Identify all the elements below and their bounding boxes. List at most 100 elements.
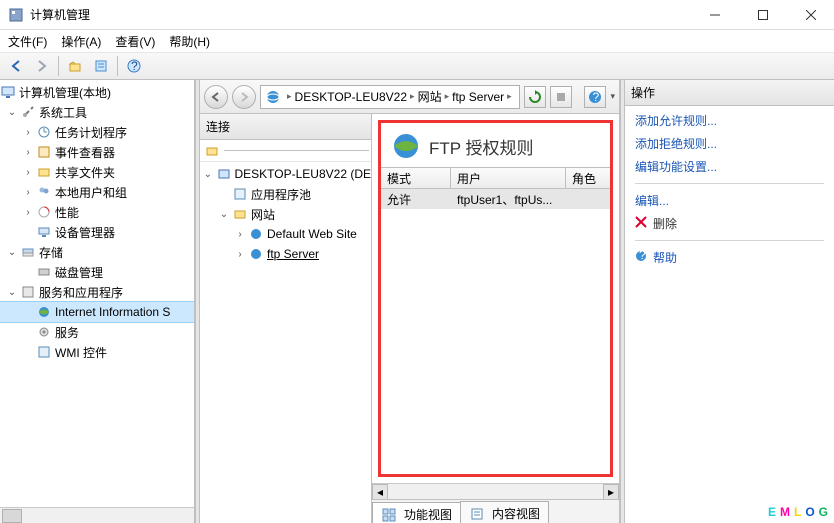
expand-icon[interactable]: ›: [20, 184, 36, 200]
crumb-label: ftp Server: [452, 90, 504, 104]
tree-label: 任务计划程序: [55, 124, 127, 141]
expand-icon[interactable]: ›: [20, 204, 36, 220]
nav-back-button[interactable]: [204, 85, 228, 109]
tree-label: 计算机管理(本地): [19, 84, 111, 101]
expand-icon[interactable]: ›: [232, 226, 248, 242]
tab-features-view[interactable]: 功能视图: [372, 502, 461, 523]
tree-task-scheduler[interactable]: › 任务计划程序: [0, 122, 194, 142]
server-icon: [216, 166, 232, 182]
tree-device-manager[interactable]: 设备管理器: [0, 222, 194, 242]
tree-local-users[interactable]: › 本地用户和组: [0, 182, 194, 202]
connect-folder-button[interactable]: [202, 142, 222, 160]
globe-icon: [265, 89, 281, 105]
gear-icon: [36, 324, 52, 340]
tree-system-tools[interactable]: ⌄ 系统工具: [0, 102, 194, 122]
features-icon: [381, 507, 397, 523]
stop-button[interactable]: [550, 86, 572, 108]
main-hscroll[interactable]: ◂ ▸: [372, 483, 619, 499]
tab-content-view[interactable]: 内容视图: [460, 501, 549, 523]
action-edit-feature-settings[interactable]: 编辑功能设置...: [635, 158, 824, 175]
content-icon: [469, 506, 485, 522]
tree-performance[interactable]: › 性能: [0, 202, 194, 222]
feature-title-row: FTP 授权规则: [381, 123, 610, 167]
site-globe-icon: [248, 226, 264, 242]
main-area: 计算机管理(本地) ⌄ 系统工具 › 任务计划程序 › 事件查看器 › 共享文件…: [0, 80, 834, 523]
help-toolbar-button[interactable]: ?: [122, 55, 146, 77]
users-icon: [36, 184, 52, 200]
expand-icon[interactable]: ›: [20, 164, 36, 180]
forward-button[interactable]: [30, 55, 54, 77]
expand-icon[interactable]: ›: [20, 144, 36, 160]
tree-iis[interactable]: Internet Information S: [0, 302, 194, 322]
menu-view[interactable]: 查看(V): [115, 33, 155, 50]
tree-storage[interactable]: ⌄ 存储: [0, 242, 194, 262]
tree-services-apps[interactable]: ⌄ 服务和应用程序: [0, 282, 194, 302]
conn-default-site[interactable]: › Default Web Site: [200, 224, 371, 244]
computer-icon: [0, 84, 16, 100]
conn-server[interactable]: ⌄ DESKTOP-LEU8V22 (DE: [200, 164, 371, 184]
crumb-sites[interactable]: 网站▸: [418, 88, 450, 105]
conn-sites[interactable]: ⌄ 网站: [200, 204, 371, 224]
refresh-all-button[interactable]: [524, 86, 546, 108]
col-user[interactable]: 用户: [451, 168, 566, 188]
up-folder-button[interactable]: [63, 55, 87, 77]
action-edit[interactable]: 编辑...: [635, 192, 824, 209]
scroll-right-icon[interactable]: ▸: [603, 484, 619, 499]
wmi-icon: [36, 344, 52, 360]
tree-label: 系统工具: [39, 104, 87, 121]
close-button[interactable]: [796, 3, 826, 27]
menu-help[interactable]: 帮助(H): [169, 33, 210, 50]
breadcrumb[interactable]: ▸ DESKTOP-LEU8V22▸ 网站▸ ftp Server▸: [260, 85, 520, 109]
collapse-icon[interactable]: ⌄: [4, 284, 20, 300]
connections-tree[interactable]: ⌄ DESKTOP-LEU8V22 (DE 应用程序池 ⌄ 网站 ›: [200, 162, 371, 523]
expand-icon[interactable]: ›: [232, 246, 248, 262]
properties-button[interactable]: [89, 55, 113, 77]
toolbar-separator: [58, 56, 59, 76]
iis-center-panel: ▸ DESKTOP-LEU8V22▸ 网站▸ ftp Server▸ ? ▾ 连…: [200, 80, 620, 523]
menu-file[interactable]: 文件(F): [8, 33, 47, 50]
col-label: 模式: [387, 170, 411, 187]
view-tabs: 功能视图 内容视图: [372, 499, 619, 523]
tree-event-viewer[interactable]: › 事件查看器: [0, 142, 194, 162]
crumb-server[interactable]: DESKTOP-LEU8V22▸: [295, 90, 415, 104]
action-add-deny-rule[interactable]: 添加拒绝规则...: [635, 135, 824, 152]
expand-icon[interactable]: ›: [20, 124, 36, 140]
collapse-icon[interactable]: ⌄: [4, 244, 20, 260]
table-row[interactable]: 允许 ftpUser1、ftpUs...: [381, 189, 610, 209]
tree-services[interactable]: 服务: [0, 322, 194, 342]
help-button[interactable]: ?: [584, 86, 606, 108]
conn-ftp-site[interactable]: › ftp Server: [200, 244, 371, 264]
scroll-left-icon[interactable]: ◂: [372, 484, 388, 499]
actions-panel: 操作 添加允许规则... 添加拒绝规则... 编辑功能设置... 编辑... 删…: [625, 80, 834, 523]
tree-shared-folders[interactable]: › 共享文件夹: [0, 162, 194, 182]
grid-body[interactable]: 允许 ftpUser1、ftpUs...: [381, 189, 610, 474]
mmc-tree[interactable]: 计算机管理(本地) ⌄ 系统工具 › 任务计划程序 › 事件查看器 › 共享文件…: [0, 80, 194, 507]
menu-action[interactable]: 操作(A): [61, 33, 101, 50]
connections-header: 连接: [200, 114, 371, 140]
tree-label: 性能: [55, 204, 79, 221]
collapse-icon[interactable]: ⌄: [216, 206, 232, 222]
crumb-site[interactable]: ftp Server▸: [452, 90, 512, 104]
action-delete[interactable]: 删除: [635, 215, 824, 232]
collapse-icon[interactable]: ⌄: [4, 104, 20, 120]
crumb-label: DESKTOP-LEU8V22: [295, 90, 408, 104]
tree-wmi[interactable]: WMI 控件: [0, 342, 194, 362]
nav-forward-button[interactable]: [232, 85, 256, 109]
app-icon: [8, 7, 24, 23]
col-mode[interactable]: 模式: [381, 168, 451, 188]
maximize-button[interactable]: [748, 3, 778, 27]
tree-disk-mgmt[interactable]: 磁盘管理: [0, 262, 194, 282]
separator: [635, 240, 824, 241]
tree-scrollbar[interactable]: [0, 507, 194, 523]
actions-header: 操作: [625, 80, 834, 106]
col-role[interactable]: 角色: [566, 168, 610, 188]
tree-root[interactable]: 计算机管理(本地): [0, 82, 194, 102]
minimize-button[interactable]: [700, 3, 730, 27]
collapse-icon[interactable]: ⌄: [200, 166, 216, 182]
action-add-allow-rule[interactable]: 添加允许规则...: [635, 112, 824, 129]
back-button[interactable]: [4, 55, 28, 77]
action-help[interactable]: ? 帮助: [635, 249, 824, 266]
action-label: 编辑功能设置...: [635, 158, 717, 175]
tree-label: 服务: [55, 324, 79, 341]
conn-app-pools[interactable]: 应用程序池: [200, 184, 371, 204]
